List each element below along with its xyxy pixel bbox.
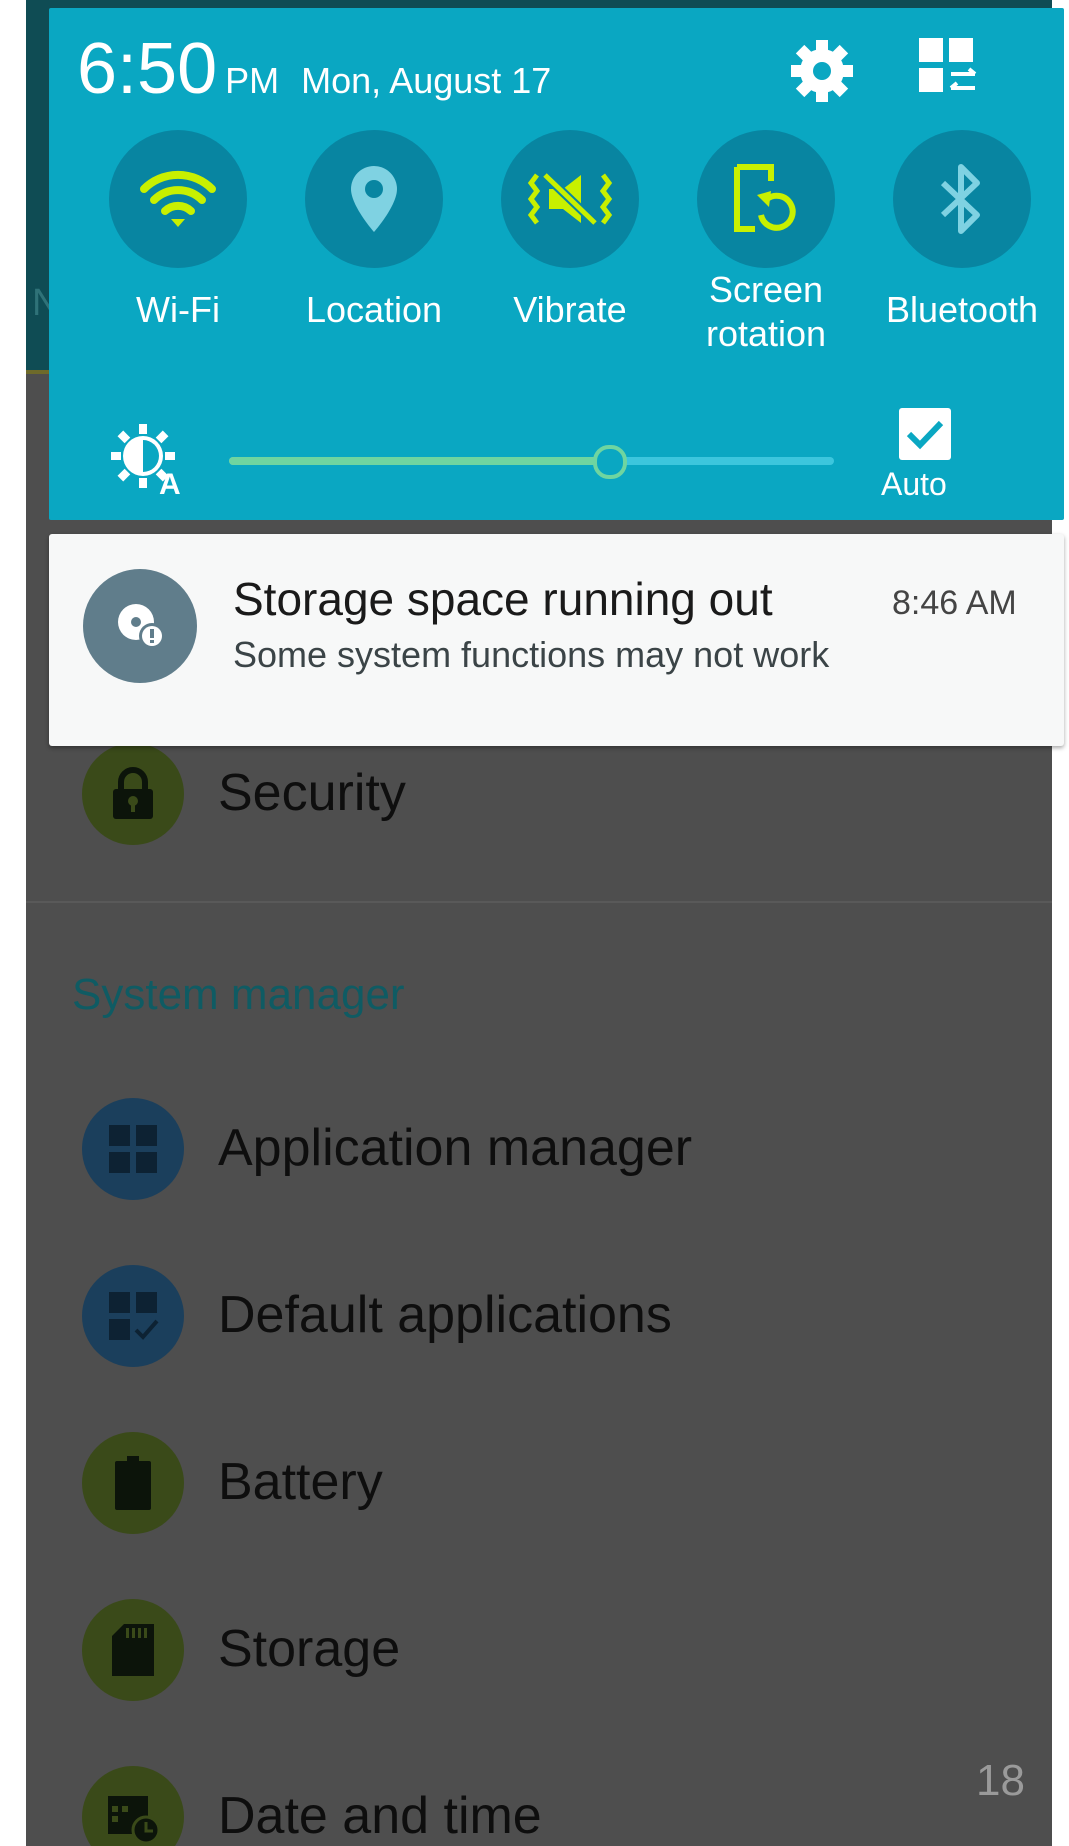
- location-pin-icon: [351, 166, 397, 232]
- notification-title: Storage space running out: [233, 573, 773, 625]
- toggle-location[interactable]: Location: [274, 130, 474, 332]
- brightness-thumb[interactable]: [593, 445, 627, 479]
- toggle-bluetooth[interactable]: Bluetooth: [862, 130, 1062, 332]
- storage-notification[interactable]: Storage space running out 8:46 AM Some s…: [49, 534, 1064, 746]
- settings-item-date-and-time[interactable]: Date and time: [26, 1742, 1052, 1846]
- gear-icon[interactable]: [787, 36, 857, 106]
- auto-brightness-checkbox[interactable]: [899, 408, 951, 460]
- date-label: Mon, August 17: [301, 60, 552, 101]
- settings-item-application-manager[interactable]: Application manager: [26, 1074, 1052, 1224]
- notification-time: 8:46 AM: [892, 584, 1017, 622]
- notification-text: Some system functions may not work: [233, 634, 830, 675]
- toggle-location-button[interactable]: [305, 130, 443, 268]
- settings-item-storage[interactable]: Storage: [26, 1575, 1052, 1725]
- svg-text:A: A: [159, 468, 181, 496]
- bluetooth-icon: [940, 164, 980, 234]
- battery-icon: [82, 1432, 184, 1534]
- toggle-vibrate-button[interactable]: [501, 130, 639, 268]
- settings-item-battery[interactable]: Battery: [26, 1408, 1052, 1558]
- screen-rotation-icon: [734, 164, 796, 232]
- settings-item-label: Battery: [218, 1453, 383, 1511]
- brightness-track-fill: [229, 457, 610, 465]
- auto-brightness-label: Auto: [881, 466, 947, 502]
- check-icon: [906, 420, 944, 450]
- auto-brightness-icon[interactable]: A: [109, 416, 189, 501]
- toggle-label: Location: [305, 289, 443, 330]
- sd-card-icon: [82, 1599, 184, 1701]
- settings-item-label: Storage: [218, 1620, 401, 1678]
- toggle-label: Wi-Fi: [136, 289, 220, 330]
- default-apps-icon: [82, 1265, 184, 1367]
- toggle-bluetooth-button[interactable]: [893, 130, 1031, 268]
- section-title: System manager: [72, 970, 405, 1019]
- toggle-screen-rotation[interactable]: Screen rotation: [666, 130, 866, 356]
- page-number: 18: [976, 1756, 1025, 1805]
- apps-grid-icon: [82, 1098, 184, 1200]
- clock-ampm: PM: [225, 60, 280, 101]
- vibrate-icon: [527, 173, 613, 225]
- toggle-vibrate[interactable]: Vibrate: [470, 130, 670, 332]
- wifi-icon: [140, 170, 216, 227]
- toggle-label: Vibrate: [513, 289, 627, 330]
- settings-item-label: Date and time: [218, 1787, 542, 1845]
- clock-time: 6:50: [77, 29, 218, 109]
- toggle-label: Bluetooth: [885, 289, 1039, 330]
- section-divider: [26, 901, 1052, 903]
- settings-item-label: Security: [218, 764, 406, 822]
- toggle-screen-rotation-button[interactable]: [697, 130, 835, 268]
- quick-settings-panel: 6:50 PM Mon, August 17 Wi-Fi Location Vi…: [49, 8, 1064, 520]
- lock-icon: [82, 743, 184, 845]
- calendar-clock-icon: [82, 1766, 184, 1846]
- brightness-slider[interactable]: [229, 444, 834, 479]
- settings-item-default-applications[interactable]: Default applications: [26, 1241, 1052, 1391]
- settings-item-label: Application manager: [218, 1119, 693, 1177]
- toggle-label: Screen rotation: [705, 269, 827, 354]
- settings-item-label: Default applications: [218, 1286, 672, 1344]
- toggle-wifi-button[interactable]: [109, 130, 247, 268]
- grid-edit-icon[interactable]: [917, 36, 987, 106]
- toggle-wifi[interactable]: Wi-Fi: [78, 130, 278, 332]
- clock-date: 6:50 PM Mon, August 17: [77, 28, 551, 110]
- storage-warning-icon: [83, 569, 197, 683]
